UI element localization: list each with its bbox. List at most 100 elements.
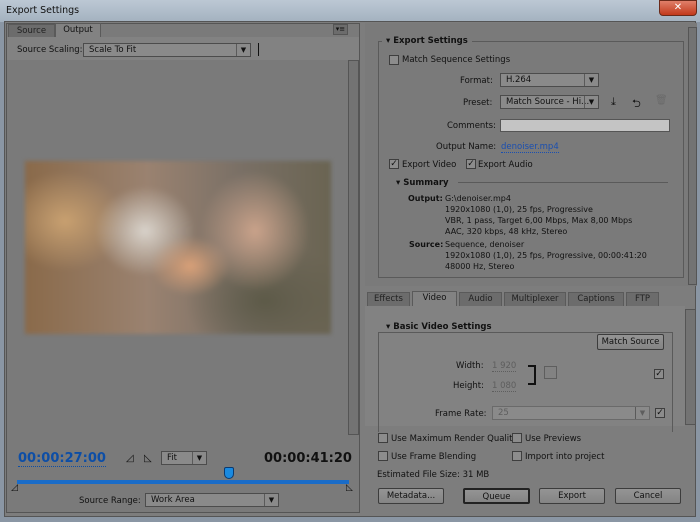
preset-dropdown[interactable]: Match Source - Hi... ▼ [500, 95, 599, 109]
set-in-point-icon[interactable]: ◿ [126, 453, 134, 464]
queue-button[interactable]: Queue [463, 488, 530, 504]
source-range-value: Work Area [151, 495, 195, 505]
set-out-point-icon[interactable]: ◺ [144, 453, 152, 464]
chevron-down-icon: ▼ [584, 74, 598, 86]
frame-blending-label: Use Frame Blending [391, 452, 477, 462]
frame-rate-match-checkbox[interactable]: ✓ [655, 408, 665, 418]
in-point-handle[interactable]: ◿ [11, 483, 18, 493]
frame-rate-label: Frame Rate: [435, 409, 487, 419]
import-into-project-checkbox[interactable] [512, 451, 522, 461]
tab-video[interactable]: Video [412, 291, 457, 307]
summary-heading-text: Summary [403, 178, 449, 188]
export-audio-label: Export Audio [478, 160, 533, 170]
use-previews-checkbox[interactable] [512, 433, 522, 443]
use-previews-label: Use Previews [525, 434, 582, 444]
source-scaling-value: Scale To Fit [89, 45, 137, 55]
export-settings-heading-text: Export Settings [393, 36, 468, 46]
source-scaling-label: Source Scaling: [17, 45, 83, 55]
summary-line: AAC, 320 kbps, 48 kHz, Stereo [445, 227, 568, 236]
frame-blending-checkbox[interactable] [378, 451, 388, 461]
tab-captions[interactable]: Captions [568, 292, 624, 306]
chevron-down-icon: ▼ [584, 96, 598, 108]
preset-label: Preset: [463, 98, 493, 108]
format-label: Format: [460, 76, 493, 86]
source-scaling-dropdown[interactable]: Scale To Fit ▼ [83, 43, 251, 57]
zoom-dropdown[interactable]: Fit ▼ [161, 451, 207, 465]
export-video-label: Export Video [402, 160, 457, 170]
frame-rate-value: 25 [498, 408, 509, 418]
summary-line: 1920x1080 (1,0), 25 fps, Progressive [445, 205, 593, 214]
summary-output-label: Output: [408, 194, 443, 203]
chevron-down-icon: ▼ [264, 494, 278, 506]
width-label: Width: [456, 361, 484, 371]
format-dropdown[interactable]: H.264 ▼ [500, 73, 599, 87]
preview-scrollbar[interactable] [348, 60, 359, 435]
summary-divider [458, 182, 668, 183]
import-into-project-label: Import into project [525, 452, 605, 462]
format-value: H.264 [506, 75, 532, 85]
tab-effects[interactable]: Effects [367, 292, 410, 306]
out-point-handle[interactable]: ◺ [346, 483, 353, 493]
match-sequence-checkbox[interactable] [389, 55, 399, 65]
tab-output[interactable]: Output [55, 23, 101, 38]
max-render-quality-checkbox[interactable] [378, 433, 388, 443]
save-preset-icon[interactable]: ⤓ [611, 95, 616, 109]
tab-audio[interactable]: Audio [459, 292, 502, 306]
max-render-quality-label: Use Maximum Render Quality [391, 434, 518, 444]
summary-source-label: Source: [409, 240, 444, 249]
export-button[interactable]: Export [539, 488, 605, 504]
timeline-bar[interactable] [17, 480, 349, 484]
tab-ftp[interactable]: FTP [626, 292, 659, 306]
match-sequence-label: Match Sequence Settings [402, 55, 511, 65]
export-settings-heading[interactable]: ▾ Export Settings [382, 36, 472, 46]
comments-label: Comments: [447, 121, 496, 131]
preset-value: Match Source - Hi... [506, 97, 590, 107]
estimated-file-size: Estimated File Size: 31 MB [377, 470, 490, 480]
chevron-down-icon: ▼ [236, 44, 250, 56]
summary-line: 48000 Hz, Stereo [445, 262, 515, 271]
frame-rate-dropdown[interactable]: 25 ▼ [492, 406, 650, 420]
window-title: Export Settings [6, 5, 80, 16]
summary-output-lines: G:\denoiser.mp4 1920x1080 (1,0), 25 fps,… [445, 193, 632, 237]
text-cursor [258, 43, 259, 56]
link-bracket-icon [528, 365, 536, 385]
summary-line: Sequence, denoiser [445, 240, 525, 249]
summary-line: VBR, 1 pass, Target 6,00 Mbps, Max 8,00 … [445, 216, 633, 225]
current-time[interactable]: 00:00:27:00 [18, 451, 106, 467]
zoom-value: Fit [167, 453, 177, 463]
video-scrollbar[interactable] [685, 309, 696, 425]
summary-line: G:\denoiser.mp4 [445, 194, 511, 203]
basic-video-heading[interactable]: ▾ Basic Video Settings [382, 322, 496, 332]
close-button[interactable]: ✕ [659, 0, 697, 16]
tab-source[interactable]: Source [8, 24, 55, 38]
source-range-dropdown[interactable]: Work Area ▼ [145, 493, 279, 507]
settings-scrollbar[interactable] [688, 27, 697, 285]
duration: 00:00:41:20 [264, 451, 352, 466]
chevron-down-icon: ▼ [192, 452, 206, 464]
title-bar [0, 0, 700, 22]
constrain-proportions-checkbox[interactable] [544, 366, 557, 379]
summary-heading[interactable]: ▾ Summary [396, 178, 449, 188]
width-height-match-checkbox[interactable]: ✓ [654, 369, 664, 379]
height-value[interactable]: 1 080 [492, 381, 517, 392]
match-source-button[interactable]: Match Source [597, 334, 664, 350]
cancel-button[interactable]: Cancel [615, 488, 681, 504]
output-name-label: Output Name: [436, 142, 497, 152]
comments-input[interactable] [500, 119, 670, 132]
panel-menu-icon[interactable]: ▾≡ [333, 24, 348, 35]
basic-video-heading-text: Basic Video Settings [393, 322, 492, 332]
chevron-down-icon: ▼ [635, 407, 649, 419]
source-range-label: Source Range: [79, 496, 141, 506]
import-preset-icon[interactable]: ⮌ [632, 95, 641, 114]
export-audio-checkbox[interactable]: ✓ [466, 159, 476, 169]
summary-line: 1920x1080 (1,0), 25 fps, Progressive, 00… [445, 251, 647, 260]
width-value[interactable]: 1 920 [492, 361, 517, 372]
output-name-link[interactable]: denoiser.mp4 [501, 142, 559, 153]
tab-multiplexer[interactable]: Multiplexer [504, 292, 566, 306]
video-frame-preview [25, 161, 331, 334]
metadata-button[interactable]: Metadata... [378, 488, 444, 504]
height-label: Height: [453, 381, 484, 391]
summary-source-lines: Sequence, denoiser 1920x1080 (1,0), 25 f… [445, 239, 647, 272]
export-video-checkbox[interactable]: ✓ [389, 159, 399, 169]
delete-preset-icon[interactable]: 🗑 [655, 95, 668, 106]
